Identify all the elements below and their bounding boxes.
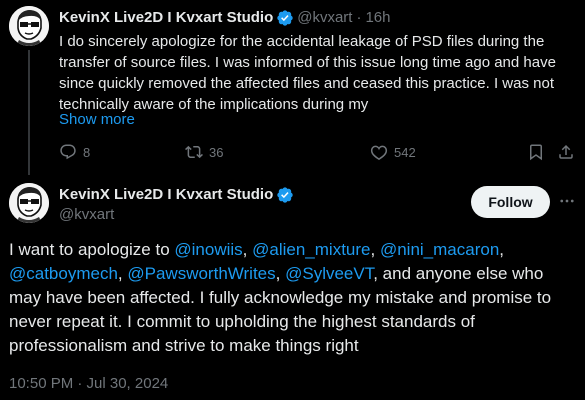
retweet-icon bbox=[185, 143, 203, 161]
mention-link[interactable]: @alien_mixture bbox=[252, 240, 370, 259]
follow-button[interactable]: Follow bbox=[471, 186, 550, 218]
tweet-timestamp[interactable]: 10:50 PM · Jul 30, 2024 bbox=[9, 374, 168, 394]
mention-link[interactable]: @inowiis bbox=[174, 240, 242, 259]
reply-count: 8 bbox=[83, 144, 91, 160]
header-separator: · bbox=[356, 9, 362, 26]
tweet-text-part: , bbox=[117, 264, 128, 283]
avatar[interactable] bbox=[9, 183, 49, 223]
tweet-text: I do sincerely apologize for the acciden… bbox=[59, 31, 571, 115]
verified-badge-icon bbox=[276, 186, 294, 204]
author-handle[interactable]: @kvxart bbox=[59, 206, 114, 224]
like-icon bbox=[370, 143, 388, 161]
verified-badge-icon bbox=[276, 9, 294, 27]
mention-link[interactable]: @catboymech bbox=[9, 264, 118, 283]
share-icon bbox=[557, 143, 575, 161]
share-button[interactable] bbox=[557, 143, 575, 161]
tweet-text-part: , bbox=[499, 240, 505, 259]
author-name[interactable]: KevinX Live2D I Kvxart Studio bbox=[59, 9, 273, 27]
avatar-image bbox=[9, 6, 49, 46]
reply-icon bbox=[59, 143, 77, 161]
more-options-button[interactable] bbox=[555, 187, 579, 215]
mention-link[interactable]: @nini_macaron bbox=[380, 240, 499, 259]
thread-connector-line bbox=[28, 50, 30, 175]
tweet-text-part: , bbox=[370, 240, 380, 259]
author-handle[interactable]: @kvxart bbox=[297, 9, 352, 27]
mention-link[interactable]: @SylveeVT bbox=[285, 264, 373, 283]
mention-link[interactable]: @PawsworthWrites bbox=[127, 264, 275, 283]
tweet-text-line: since quickly removed the affected files… bbox=[59, 75, 554, 92]
tweet-text-part: , bbox=[242, 240, 253, 259]
avatar-image bbox=[9, 183, 49, 223]
tweet-text-part: I want to apologize to bbox=[9, 240, 175, 259]
retweet-button[interactable]: 36 bbox=[185, 143, 223, 161]
show-more-link[interactable]: Show more bbox=[59, 110, 135, 130]
tweet-text-line: transfer of source files. I was informed… bbox=[59, 54, 556, 71]
like-count: 542 bbox=[394, 144, 416, 160]
tweet-text-line: I do sincerely apologize for the acciden… bbox=[59, 33, 545, 50]
reply-button[interactable]: 8 bbox=[59, 143, 90, 161]
more-icon bbox=[558, 192, 576, 210]
retweet-count: 36 bbox=[209, 144, 224, 160]
tweet-actions: 8 36 542 bbox=[59, 143, 575, 163]
tweet-time[interactable]: 16h bbox=[365, 9, 390, 27]
tweet-header: KevinX Live2D I Kvxart Studio @kvxart · … bbox=[59, 9, 391, 27]
bookmark-button[interactable] bbox=[527, 143, 545, 161]
bookmark-icon bbox=[527, 143, 545, 161]
tweet-header: KevinX Live2D I Kvxart Studio bbox=[59, 186, 297, 204]
tweet-text-part: , bbox=[275, 264, 286, 283]
like-button[interactable]: 542 bbox=[370, 143, 416, 161]
avatar[interactable] bbox=[9, 6, 49, 46]
tweet-text: I want to apologize to @inowiis, @alien_… bbox=[9, 238, 579, 358]
tweet-text-line: technically aware of the implications du… bbox=[59, 96, 369, 113]
author-name[interactable]: KevinX Live2D I Kvxart Studio bbox=[59, 186, 273, 204]
